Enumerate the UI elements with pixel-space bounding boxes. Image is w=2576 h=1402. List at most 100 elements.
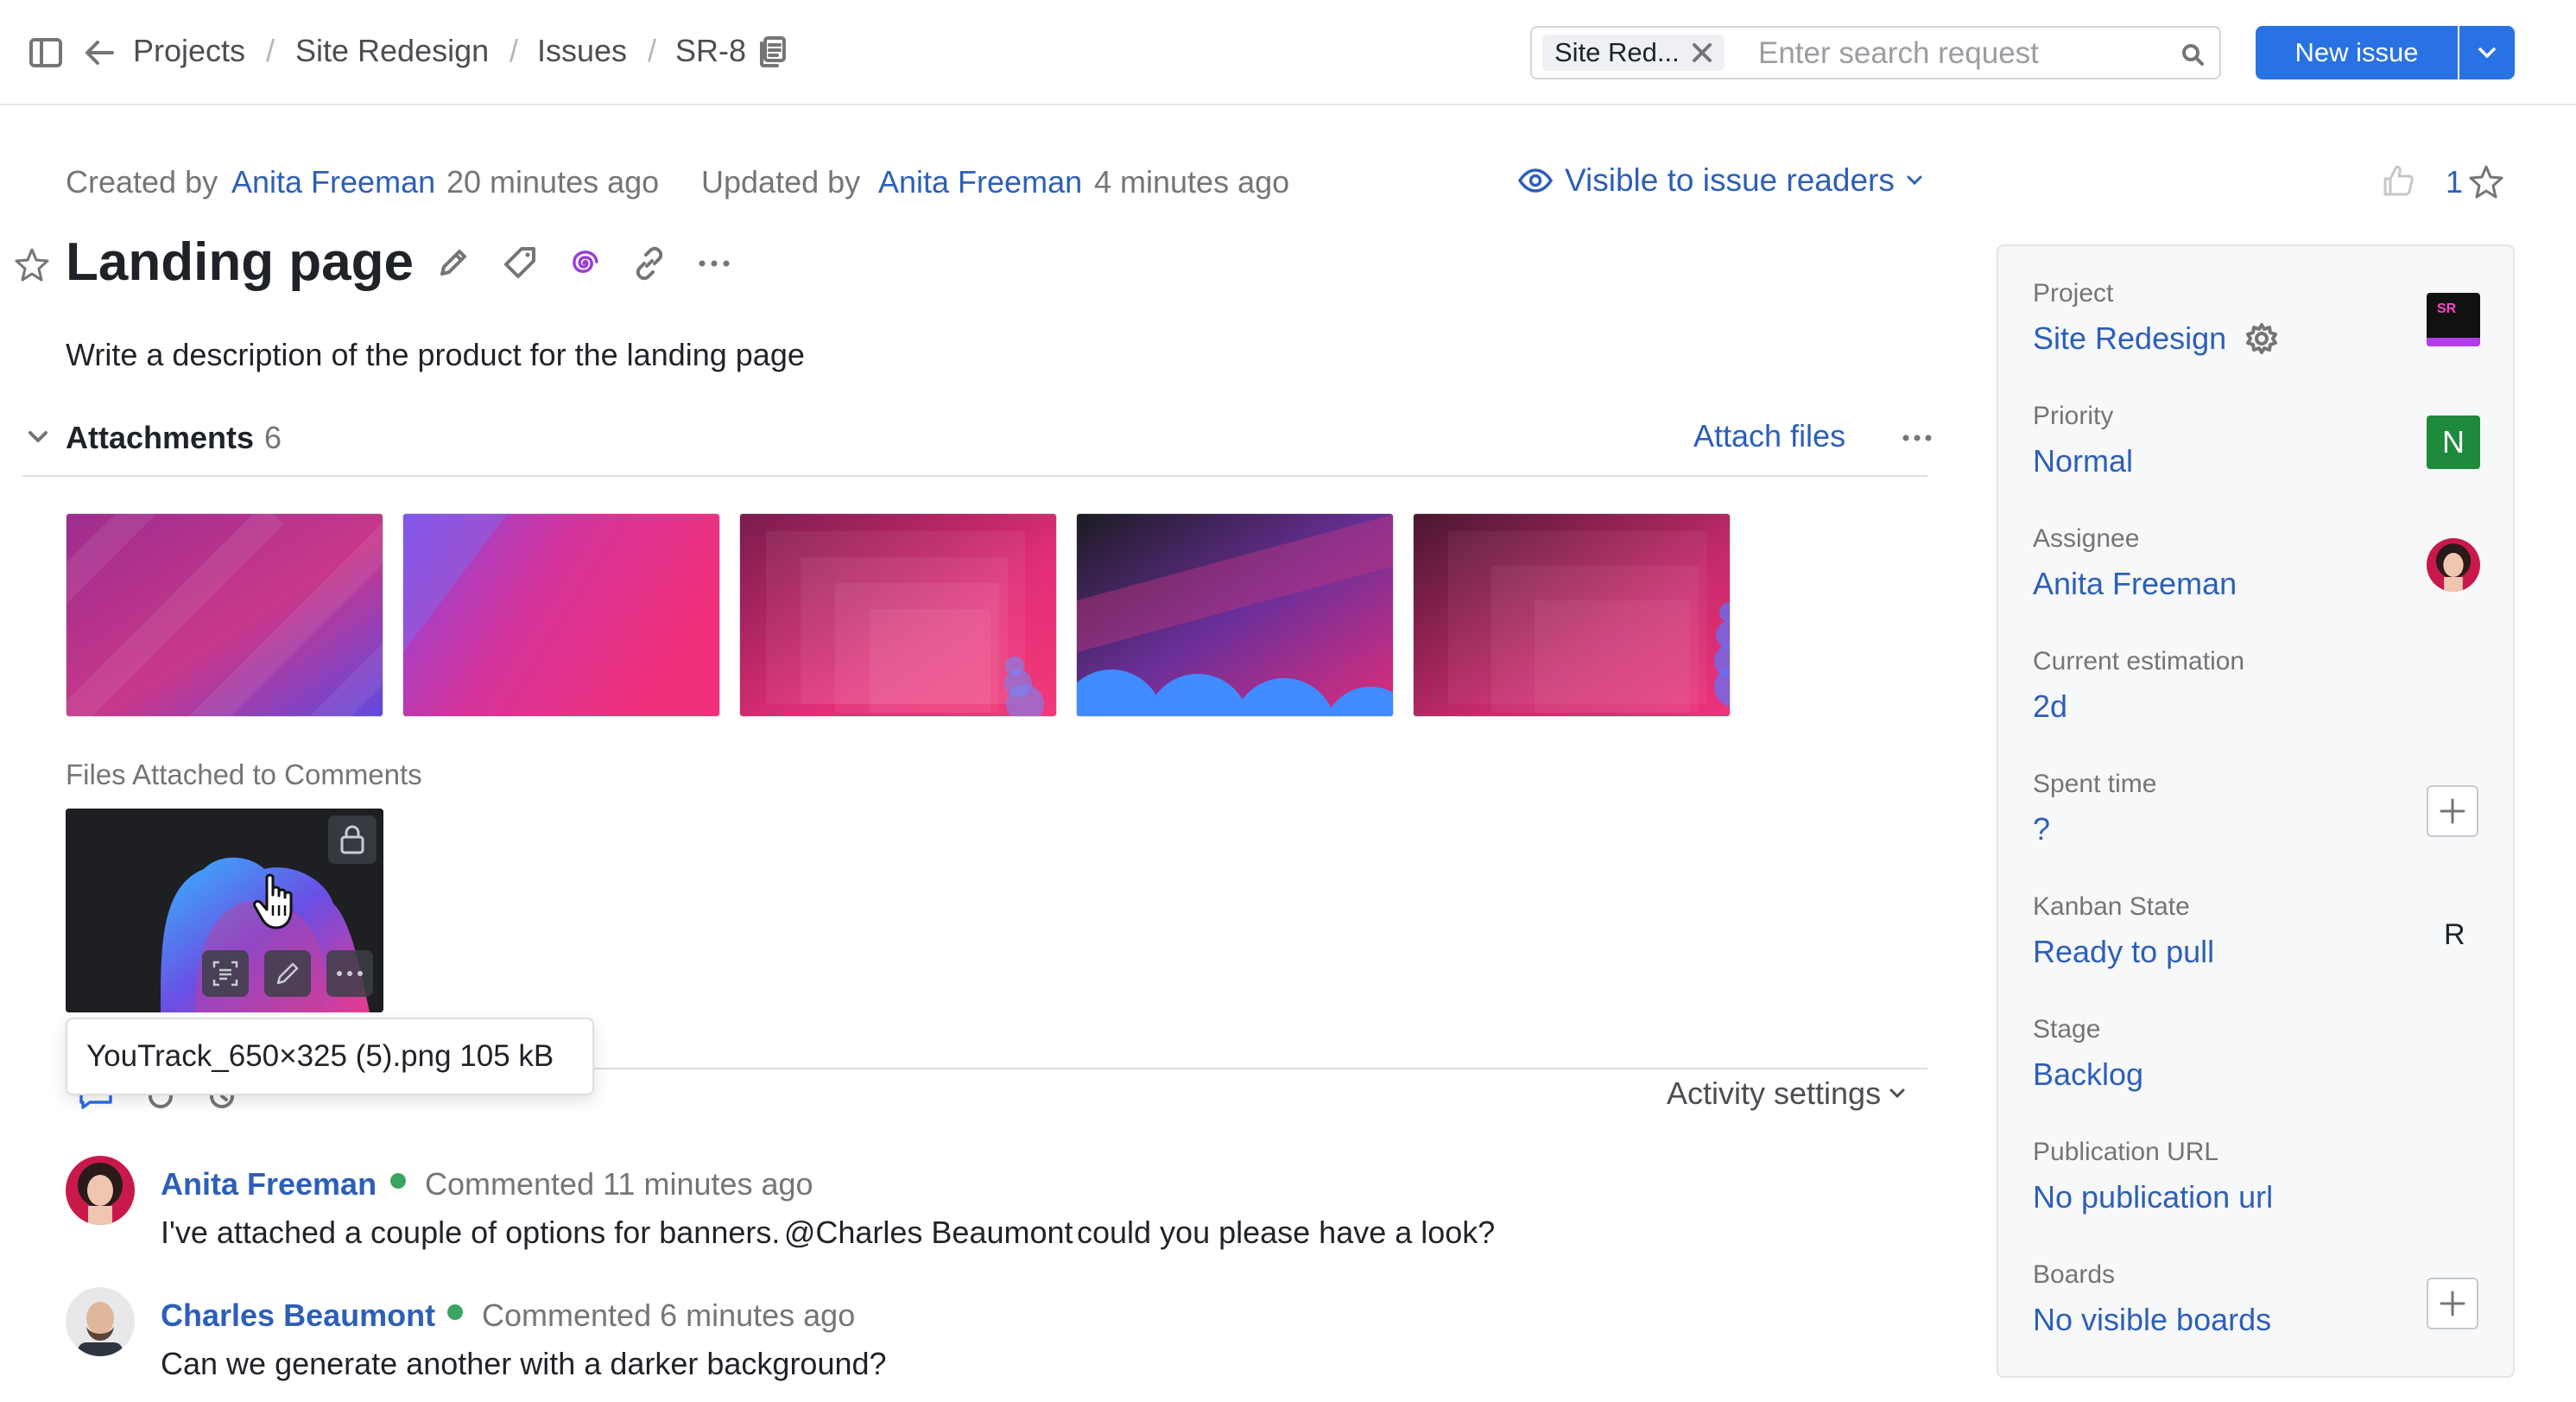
eye-icon	[1518, 168, 1553, 193]
field-value-estimation[interactable]: 2d	[2033, 688, 2067, 725]
plus-icon	[2440, 1291, 2465, 1316]
priority-badge: N	[2427, 416, 2480, 469]
field-label-priority: Priority	[2033, 402, 2114, 430]
search-context-chip[interactable]: Site Red...	[1542, 35, 1725, 71]
back-arrow-icon[interactable]	[85, 40, 114, 66]
comment-time[interactable]: Commented 11 minutes ago	[425, 1166, 813, 1202]
close-icon[interactable]	[1692, 42, 1712, 63]
chevron-down-icon	[2478, 48, 2496, 58]
mention-link[interactable]: @Charles Beaumont	[784, 1215, 1073, 1250]
breadcrumb-projects[interactable]: Projects	[133, 33, 245, 69]
more-icon[interactable]	[326, 950, 373, 997]
comment-time[interactable]: Commented 6 minutes ago	[482, 1297, 855, 1334]
online-status-dot	[390, 1173, 406, 1189]
files-attached-to-comments-label: Files Attached to Comments	[66, 758, 422, 790]
cursor-hand-icon	[252, 871, 301, 931]
ocr-icon[interactable]	[202, 950, 249, 997]
new-issue-dropdown-button[interactable]	[2459, 26, 2515, 79]
search-context-chip-label: Site Red...	[1554, 37, 1680, 67]
field-label-assignee: Assignee	[2033, 524, 2140, 553]
breadcrumb-site-redesign[interactable]: Site Redesign	[295, 33, 489, 69]
search-input[interactable]	[1758, 35, 2164, 73]
comment-text: Can we generate another with a darker ba…	[161, 1346, 887, 1381]
updated-prefix: Updated by	[701, 164, 861, 200]
updated-by-link[interactable]: Anita Freeman	[878, 164, 1082, 200]
issue-fields-panel: Project Site Redesign SR Priority Normal…	[1997, 244, 2515, 1378]
attachments-title: Attachments	[66, 420, 255, 455]
star-icon[interactable]	[14, 247, 50, 282]
comment-text: I've attached a couple of options for ba…	[161, 1215, 1495, 1251]
visibility-label: Visible to issue readers	[1565, 162, 1895, 198]
field-label-boards: Boards	[2033, 1260, 2116, 1289]
add-board-button[interactable]	[2427, 1278, 2478, 1329]
breadcrumb-separator: /	[266, 33, 275, 68]
field-value-project[interactable]: Site Redesign	[2033, 320, 2226, 357]
ai-spiral-icon[interactable]	[566, 246, 601, 281]
gear-icon[interactable]	[2245, 322, 2278, 355]
field-value-publication-url[interactable]: No publication url	[2033, 1179, 2273, 1215]
field-value-stage[interactable]: Backlog	[2033, 1056, 2143, 1093]
field-label-stage: Stage	[2033, 1015, 2101, 1044]
activity-settings-label: Activity settings	[1667, 1075, 1882, 1111]
field-value-priority[interactable]: Normal	[2033, 443, 2133, 479]
chevron-down-icon[interactable]	[28, 430, 48, 444]
activity-settings-button[interactable]: Activity settings	[1667, 1075, 1905, 1112]
attachment-thumbnail[interactable]	[1413, 513, 1731, 717]
breadcrumb-issue-id: SR-8	[675, 33, 747, 68]
breadcrumb-issues[interactable]: Issues	[537, 33, 627, 69]
attachment-thumbnail[interactable]	[1076, 513, 1394, 717]
search-box: Site Red...	[1530, 26, 2221, 79]
vote-count: 1	[2446, 164, 2464, 200]
created-time: 20 minutes ago	[446, 164, 660, 200]
breadcrumb-separator: /	[648, 33, 657, 68]
field-label-publication-url: Publication URL	[2033, 1138, 2219, 1166]
breadcrumb-separator: /	[510, 33, 519, 68]
visibility-selector[interactable]: Visible to issue readers	[1518, 162, 1922, 199]
field-value-boards[interactable]: No visible boards	[2033, 1302, 2271, 1338]
attachments-header: Attachments 6 Attach files	[22, 418, 1932, 477]
field-label-kanban-state: Kanban State	[2033, 892, 2190, 921]
field-value-assignee[interactable]: Anita Freeman	[2033, 566, 2237, 602]
search-icon[interactable]	[2181, 43, 2204, 66]
sidebar-toggle-icon[interactable]	[29, 38, 62, 67]
comment-text-part: I've attached a couple of options for ba…	[161, 1215, 781, 1250]
attachment-thumbnail[interactable]	[66, 513, 383, 717]
pencil-icon[interactable]	[264, 950, 311, 997]
lock-icon[interactable]	[328, 815, 377, 864]
issue-title: Landing page	[66, 232, 414, 292]
add-spent-time-button[interactable]	[2427, 785, 2478, 837]
field-value-spent-time[interactable]: ?	[2033, 811, 2050, 847]
created-by-link[interactable]: Anita Freeman	[231, 164, 435, 200]
chevron-down-icon	[1889, 1088, 1905, 1099]
new-issue-button[interactable]: New issue	[2256, 26, 2458, 79]
avatar	[2427, 538, 2480, 592]
more-icon[interactable]	[698, 259, 731, 268]
tag-icon[interactable]	[503, 246, 537, 281]
pencil-icon[interactable]	[437, 246, 470, 279]
project-badge-stripe	[2427, 338, 2480, 346]
attachment-thumbnail[interactable]	[402, 513, 720, 717]
link-icon[interactable]	[632, 246, 667, 281]
plus-icon	[2440, 798, 2465, 824]
attachment-tooltip: YouTrack_650×325 (5).png 105 kB	[66, 1018, 594, 1095]
kanban-badge: R	[2444, 918, 2465, 951]
project-badge: SR	[2427, 293, 2480, 346]
comment-author-link[interactable]: Charles Beaumont	[161, 1297, 435, 1334]
copy-icon[interactable]	[758, 36, 786, 67]
avatar[interactable]	[66, 1287, 135, 1356]
issue-description: Write a description of the product for t…	[66, 337, 805, 372]
more-icon[interactable]	[1902, 434, 1933, 442]
star-icon[interactable]	[2468, 164, 2504, 199]
field-label-estimation: Current estimation	[2033, 647, 2245, 676]
avatar[interactable]	[66, 1156, 135, 1225]
thumbs-up-icon[interactable]	[2382, 164, 2415, 197]
comment-attachment-thumbnail[interactable]	[66, 809, 383, 1012]
comment-author-link[interactable]: Anita Freeman	[161, 1166, 377, 1202]
attachments-count: 6	[264, 420, 282, 455]
attach-files-button[interactable]: Attach files	[1693, 418, 1845, 454]
comment-text-part: could you please have a look?	[1076, 1215, 1496, 1250]
field-value-kanban-state[interactable]: Ready to pull	[2033, 934, 2214, 970]
project-badge-text: SR	[2437, 301, 2457, 316]
attachment-thumbnail[interactable]	[739, 513, 1057, 717]
top-bar: Projects / Site Redesign / Issues / SR-8…	[0, 0, 2576, 105]
